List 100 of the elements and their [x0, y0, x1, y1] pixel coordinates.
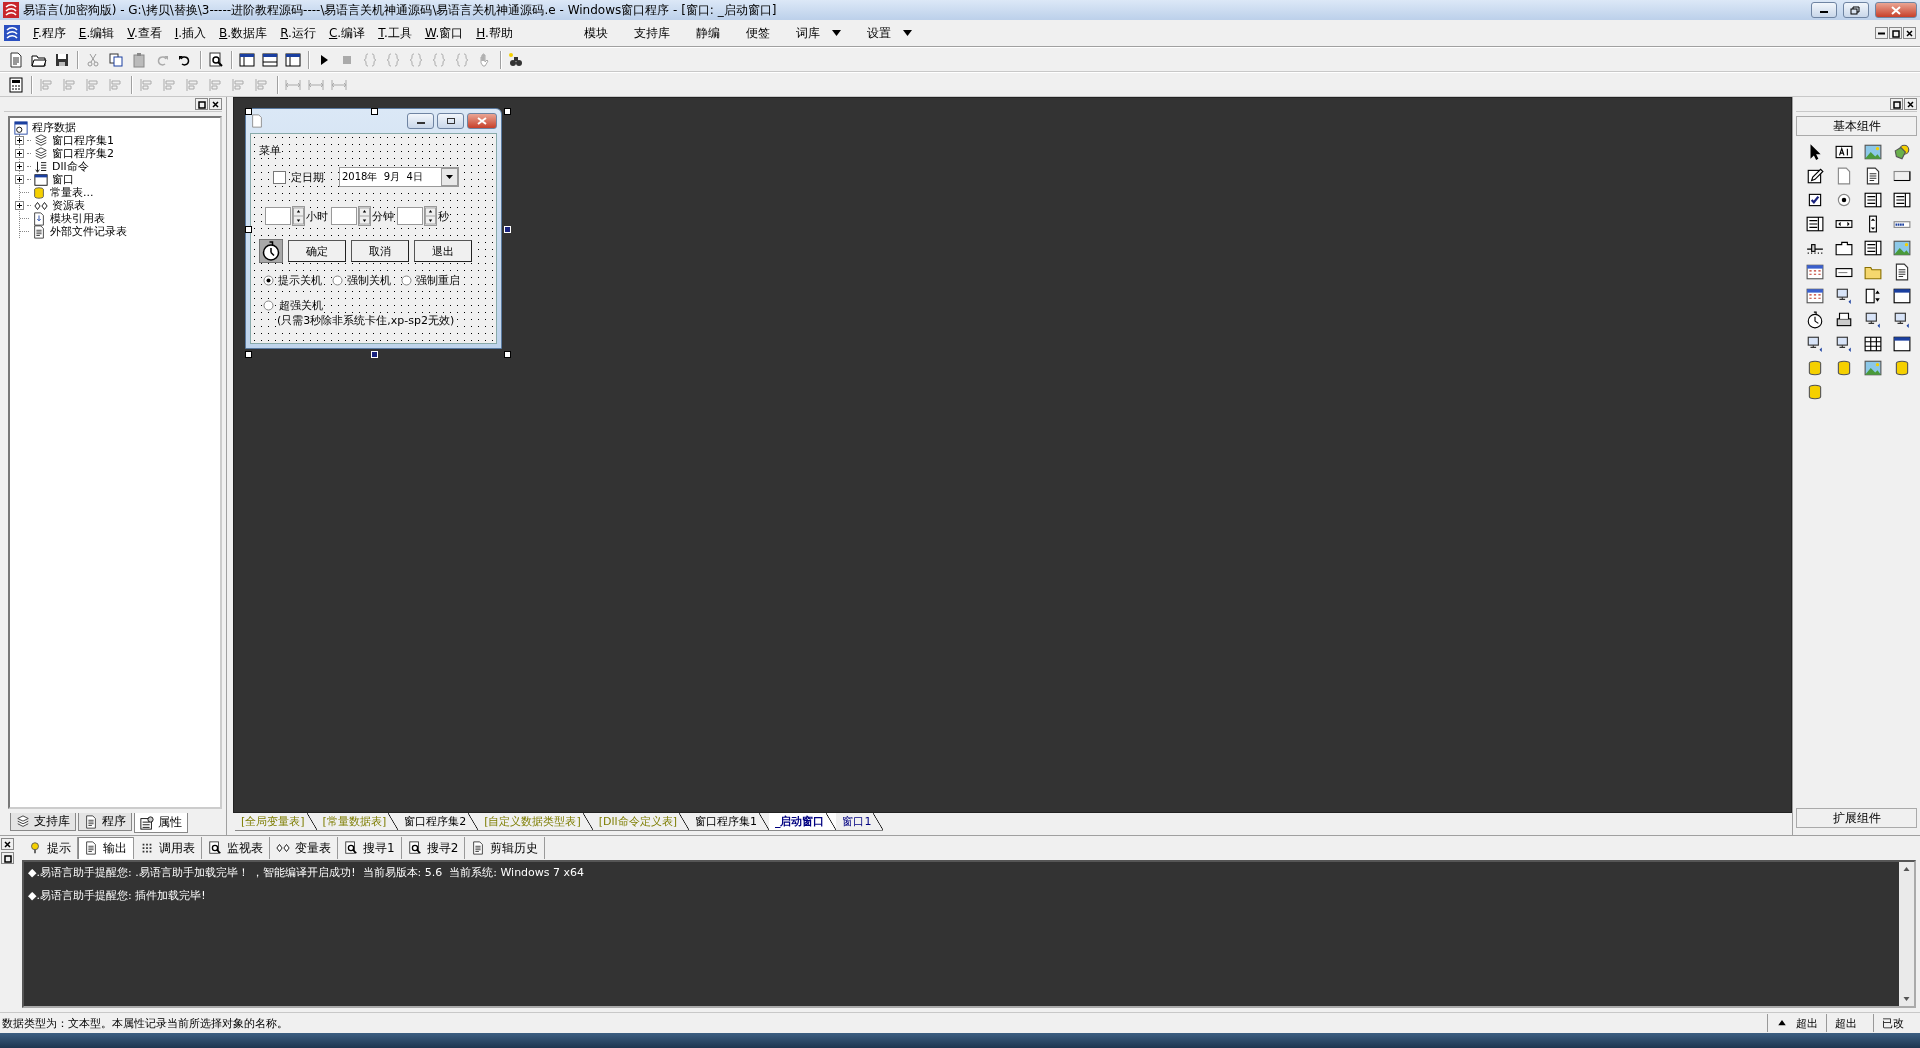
output-tab[interactable]: 输出 — [78, 837, 134, 859]
picture-icon[interactable] — [1892, 239, 1911, 257]
panel-layout-icon[interactable] — [239, 51, 255, 68]
tree-item[interactable]: 资源表 — [51, 198, 86, 213]
panel-layout-icon[interactable] — [285, 51, 301, 68]
pencil-icon[interactable] — [1805, 167, 1824, 185]
search-icon[interactable] — [208, 51, 224, 68]
save-icon[interactable] — [54, 51, 70, 68]
close-button[interactable] — [1904, 98, 1917, 110]
panel-tab[interactable]: 支持库 — [10, 813, 76, 831]
copy-icon[interactable] — [108, 51, 124, 68]
number-field[interactable] — [265, 207, 291, 225]
shapes-icon[interactable] — [1892, 143, 1911, 161]
tree-item[interactable]: 常量表... — [49, 185, 95, 200]
close-button[interactable] — [209, 98, 222, 110]
close-button[interactable] — [1903, 27, 1916, 39]
maximize-button[interactable] — [437, 113, 464, 129]
menu-item[interactable]: F.程序 — [33, 24, 66, 42]
tree-item[interactable]: 模块引用表 — [49, 211, 106, 226]
binoculars-icon[interactable] — [508, 51, 524, 68]
spin-buttons[interactable] — [358, 206, 371, 226]
number-field[interactable] — [331, 207, 357, 225]
calculator-icon[interactable] — [8, 76, 24, 93]
resize-handle[interactable] — [245, 351, 252, 358]
panel-layout-icon[interactable] — [262, 51, 278, 68]
computer-icon[interactable] — [1805, 335, 1824, 353]
palette-button[interactable]: 基本组件 — [1796, 116, 1917, 136]
tree-item[interactable]: 窗口 — [51, 172, 75, 187]
palette-button[interactable]: 扩展组件 — [1796, 808, 1917, 828]
expand-icon[interactable] — [15, 149, 24, 158]
menu-item[interactable]: 模块 — [583, 24, 608, 42]
computer-icon[interactable] — [1834, 335, 1853, 353]
tree-item[interactable]: 窗口程序集2 — [51, 146, 115, 161]
menu-item[interactable]: 便签 — [745, 24, 770, 42]
menu-item[interactable]: 支持库 — [633, 24, 670, 42]
panel-tab[interactable]: 程序 — [78, 813, 132, 831]
radio-button[interactable] — [401, 275, 412, 286]
tree-item[interactable]: 程序数据 — [31, 120, 77, 135]
tab-icon[interactable] — [1834, 239, 1853, 257]
date-picker[interactable]: 2018年 9月 4日 — [339, 167, 459, 187]
checkbox[interactable] — [273, 170, 286, 184]
document-tab[interactable]: 窗口程序集1 — [688, 813, 769, 831]
restore-button[interactable] — [1889, 27, 1902, 39]
resize-handle[interactable] — [504, 108, 511, 115]
form-button[interactable]: 确定 — [288, 240, 346, 262]
radio-button[interactable] — [263, 275, 274, 286]
close-button[interactable] — [1, 838, 14, 850]
form-button[interactable]: 退出 — [414, 240, 472, 262]
picture-icon[interactable] — [1863, 359, 1882, 377]
clipboard-icon[interactable] — [131, 51, 147, 68]
number-field[interactable] — [397, 207, 423, 225]
computer-icon[interactable] — [1863, 311, 1882, 329]
menu-item[interactable]: 设置 — [866, 24, 891, 42]
stopwatch-icon[interactable] — [1805, 311, 1824, 329]
expand-icon[interactable] — [15, 162, 24, 171]
spin-buttons[interactable] — [292, 206, 305, 226]
minimize-button[interactable] — [407, 113, 434, 129]
list-icon[interactable] — [1892, 191, 1911, 209]
output-tab[interactable]: 监视表 — [202, 837, 270, 859]
tree-item[interactable]: 窗口程序集1 — [51, 133, 115, 148]
label-icon[interactable] — [1834, 143, 1853, 161]
resize-handle[interactable] — [504, 351, 511, 358]
menu-item[interactable]: V.查看 — [127, 24, 162, 42]
menu-item[interactable]: 静编 — [695, 24, 720, 42]
tree-item[interactable]: Dll命令 — [51, 159, 90, 174]
output-tab[interactable]: 剪辑历史 — [465, 837, 546, 859]
resize-handle[interactable] — [370, 108, 378, 115]
window-icon[interactable] — [1892, 335, 1911, 353]
computer-icon[interactable] — [1892, 311, 1911, 329]
menu-item[interactable]: 词库 — [795, 24, 820, 42]
dropdown-caret-icon[interactable] — [831, 30, 841, 36]
menu-item[interactable]: E.编辑 — [78, 24, 115, 42]
radio-button[interactable] — [263, 300, 274, 311]
tree-item[interactable]: 外部文件记录表 — [49, 224, 128, 239]
printer-icon[interactable] — [1834, 311, 1853, 329]
picture-icon[interactable] — [1863, 143, 1882, 161]
menu-item[interactable]: B.数据库 — [219, 24, 268, 42]
expand-icon[interactable] — [15, 136, 24, 145]
scrollbar[interactable] — [1899, 862, 1914, 1006]
output-tab[interactable]: 搜寻1 — [338, 837, 402, 859]
menu-item[interactable]: W.窗口 — [424, 24, 464, 42]
resize-handle[interactable] — [245, 225, 252, 233]
menu-item[interactable]: R.运行 — [280, 24, 316, 42]
document-tab[interactable]: 窗口程序集2 — [398, 813, 479, 831]
calendar-icon[interactable] — [1805, 263, 1824, 281]
computer-icon[interactable] — [1834, 287, 1853, 305]
form-menu[interactable]: 菜单 — [259, 142, 281, 158]
restore-button[interactable] — [1890, 98, 1903, 110]
calendar-icon[interactable] — [1805, 287, 1824, 305]
menu-item[interactable]: C.编译 — [328, 24, 366, 42]
panel-tab[interactable]: 属性 — [134, 813, 188, 833]
spinner-icon[interactable] — [1863, 287, 1882, 305]
document-tab[interactable]: [常量数据表] — [316, 813, 399, 831]
menu-item[interactable]: I.插入 — [174, 24, 207, 42]
minimize-button[interactable] — [1875, 27, 1888, 39]
expand-icon[interactable] — [15, 175, 24, 184]
output-tab[interactable]: 搜寻2 — [401, 837, 466, 859]
restore-button[interactable] — [195, 98, 208, 110]
expand-icon[interactable] — [15, 201, 24, 210]
dropdown-caret-icon[interactable] — [902, 30, 912, 36]
